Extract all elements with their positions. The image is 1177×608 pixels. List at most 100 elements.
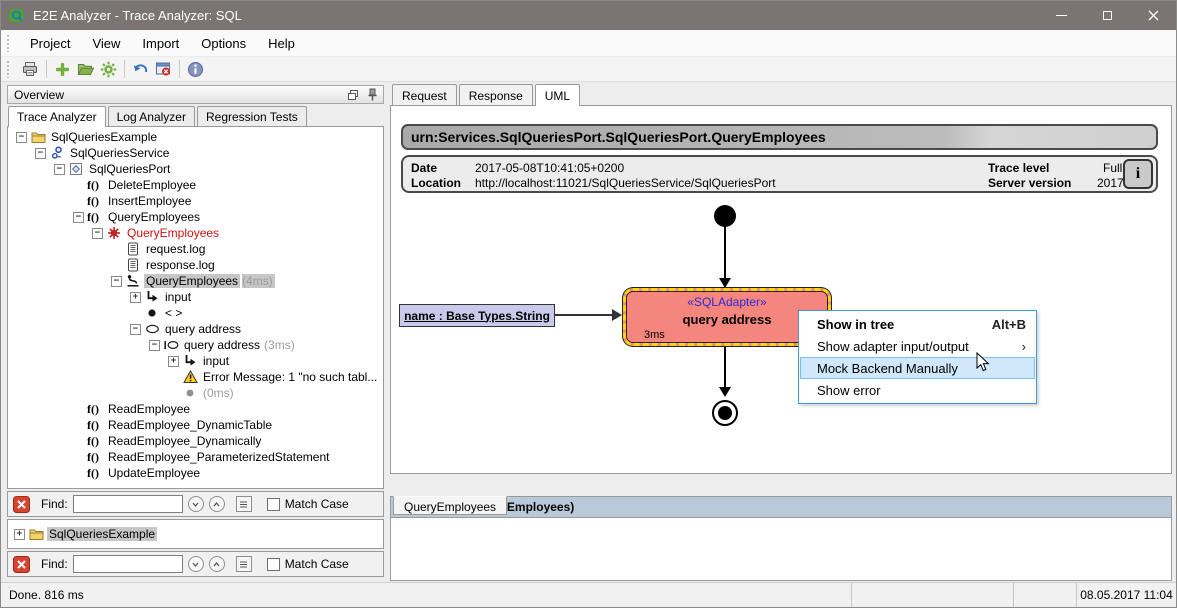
find-next-button[interactable] xyxy=(188,556,204,572)
trace-level-label: Trace level xyxy=(988,161,1049,175)
collapse-icon[interactable]: − xyxy=(130,324,141,335)
tab-regression-tests[interactable]: Regression Tests xyxy=(197,106,307,126)
find-next-button[interactable] xyxy=(188,496,204,512)
find-prev-button[interactable] xyxy=(209,556,225,572)
find-options-button[interactable] xyxy=(236,556,252,572)
context-menu-item-show-adapter-input-output[interactable]: Show adapter input/output› xyxy=(800,335,1035,357)
context-menu: Show in treeAlt+BShow adapter input/outp… xyxy=(798,310,1037,404)
collapse-icon[interactable]: − xyxy=(92,228,103,239)
tree-item-sqlqueriesexample[interactable]: SqlQueriesExample xyxy=(47,527,157,541)
tree-item-reademployee-dynamictable[interactable]: f()ReadEmployee_DynamicTable xyxy=(8,417,383,433)
tree-item-label: input xyxy=(163,290,193,304)
tree-item-queryemployees[interactable]: −QueryEmployees xyxy=(8,225,383,241)
tab-request[interactable]: Request xyxy=(392,84,457,105)
tree-item-error-message-1-no-such-tabl[interactable]: Error Message: 1 "no such tabl... xyxy=(8,369,383,385)
tree-item-query-address[interactable]: −query address xyxy=(8,321,383,337)
menu-help[interactable]: Help xyxy=(257,32,306,55)
collapse-icon[interactable]: − xyxy=(16,132,27,143)
undo-button[interactable] xyxy=(129,59,152,80)
context-menu-item-show-in-tree[interactable]: Show in treeAlt+B xyxy=(800,313,1035,335)
tree-item-reademployee[interactable]: f()ReadEmployee xyxy=(8,401,383,417)
match-case-checkbox[interactable] xyxy=(267,558,280,571)
tab-log-analyzer[interactable]: Log Analyzer xyxy=(108,106,195,126)
menu-options[interactable]: Options xyxy=(190,32,257,55)
float-icon[interactable] xyxy=(347,89,359,101)
context-menu-item-mock-backend-manually[interactable]: Mock Backend Manually xyxy=(800,357,1035,379)
tab-response[interactable]: Response xyxy=(459,84,533,105)
uml-param-node[interactable]: name : Base Types.String xyxy=(399,304,555,327)
tree-item-query-address[interactable]: −query address(3ms) xyxy=(8,337,383,353)
menu-import[interactable]: Import xyxy=(131,32,190,55)
find-input[interactable] xyxy=(73,495,183,513)
collapse-icon[interactable]: − xyxy=(149,340,160,351)
match-case-label: Match Case xyxy=(285,497,349,511)
tree-item-input[interactable]: +input xyxy=(8,353,383,369)
minimize-button[interactable] xyxy=(1038,1,1084,30)
find-prev-button[interactable] xyxy=(209,496,225,512)
secondary-tree: + SqlQueriesExample xyxy=(7,519,384,549)
tree-item-queryemployees[interactable]: −QueryEmployees(4ms) xyxy=(8,273,383,289)
trace-details-button[interactable]: i xyxy=(1123,159,1153,189)
input-arrow-icon xyxy=(144,290,160,304)
find-input[interactable] xyxy=(73,555,183,573)
find-close-button[interactable] xyxy=(13,556,30,573)
add-button[interactable] xyxy=(51,59,74,80)
tree-item-reademployee-parameterizedstatement[interactable]: f()ReadEmployee_ParameterizedStatement xyxy=(8,449,383,465)
tree-item-updateemployee[interactable]: f()UpdateEmployee xyxy=(8,465,383,481)
close-button[interactable] xyxy=(1130,1,1176,30)
submenu-arrow-icon: › xyxy=(1022,339,1026,354)
tree-item-insertemployee[interactable]: f()InsertEmployee xyxy=(8,193,383,209)
function-icon: f() xyxy=(87,178,103,193)
watches-body[interactable] xyxy=(391,518,1171,580)
tree-item-queryemployees[interactable]: −f()QueryEmployees xyxy=(8,209,383,225)
uml-start-node[interactable] xyxy=(714,205,736,227)
tree-item-request-log[interactable]: request.log xyxy=(8,241,383,257)
tree-item-input[interactable]: + input xyxy=(8,289,383,305)
menubar-grip[interactable] xyxy=(6,34,11,52)
tree-item-sqlqueriesservice[interactable]: −SqlQueriesService xyxy=(8,145,383,161)
tree-item-label: QueryEmployees xyxy=(106,210,202,224)
settings-icon xyxy=(100,61,117,78)
undo-icon xyxy=(132,61,150,77)
tab-uml[interactable]: UML xyxy=(535,84,580,106)
tree-item-deleteemployee[interactable]: f()DeleteEmployee xyxy=(8,177,383,193)
find-close-button[interactable] xyxy=(13,496,30,513)
pin-icon[interactable] xyxy=(367,88,378,101)
tab-queryemployees[interactable]: QueryEmployees xyxy=(393,496,507,515)
settings-button[interactable] xyxy=(97,59,120,80)
collapse-icon[interactable]: − xyxy=(54,164,65,175)
collapse-icon[interactable]: − xyxy=(73,212,84,223)
toolbar-grip[interactable] xyxy=(6,60,11,78)
close-trace-button[interactable] xyxy=(152,59,175,80)
collapse-icon[interactable]: − xyxy=(35,148,46,159)
tree-item-response-log[interactable]: response.log xyxy=(8,257,383,273)
tree-item-node[interactable]: (0ms) xyxy=(8,385,383,401)
print-button[interactable] xyxy=(19,59,42,80)
context-menu-label: Mock Backend Manually xyxy=(817,361,1025,376)
info-button[interactable] xyxy=(184,59,207,80)
tab-trace-analyzer[interactable]: Trace Analyzer xyxy=(8,106,106,127)
maximize-button[interactable] xyxy=(1084,1,1130,30)
tree-item-duration: (4ms) xyxy=(242,274,275,288)
menu-view[interactable]: View xyxy=(81,32,131,55)
context-menu-item-show-error[interactable]: Show error xyxy=(800,379,1035,401)
expander-icon[interactable]: + xyxy=(14,529,25,540)
collapse-icon[interactable]: − xyxy=(111,276,122,287)
close-trace-icon xyxy=(155,61,172,77)
match-case-checkbox[interactable] xyxy=(267,498,280,511)
open-button[interactable] xyxy=(74,59,97,80)
uml-title-bar: urn:Services.SqlQueriesPort.SqlQueriesPo… xyxy=(401,124,1158,150)
log-file-icon xyxy=(125,258,141,272)
tree-item-label: response.log xyxy=(144,258,217,272)
tree-item-label: ReadEmployee xyxy=(106,402,192,416)
menu-project[interactable]: Project xyxy=(19,32,81,55)
find-bar-bottom: Find: Match Case xyxy=(7,551,384,577)
tree-item-blank[interactable]: < > xyxy=(8,305,383,321)
find-options-button[interactable] xyxy=(236,496,252,512)
expand-icon[interactable]: + xyxy=(130,292,141,303)
tree-item-sqlqueriesport[interactable]: −SqlQueriesPort xyxy=(8,161,383,177)
tree-item-sqlqueriesexample[interactable]: −SqlQueriesExample xyxy=(8,129,383,145)
trace-tree: −SqlQueriesExample−SqlQueriesService−Sql… xyxy=(7,126,384,489)
tree-item-reademployee-dynamically[interactable]: f()ReadEmployee_Dynamically xyxy=(8,433,383,449)
expand-icon[interactable]: + xyxy=(168,356,179,367)
